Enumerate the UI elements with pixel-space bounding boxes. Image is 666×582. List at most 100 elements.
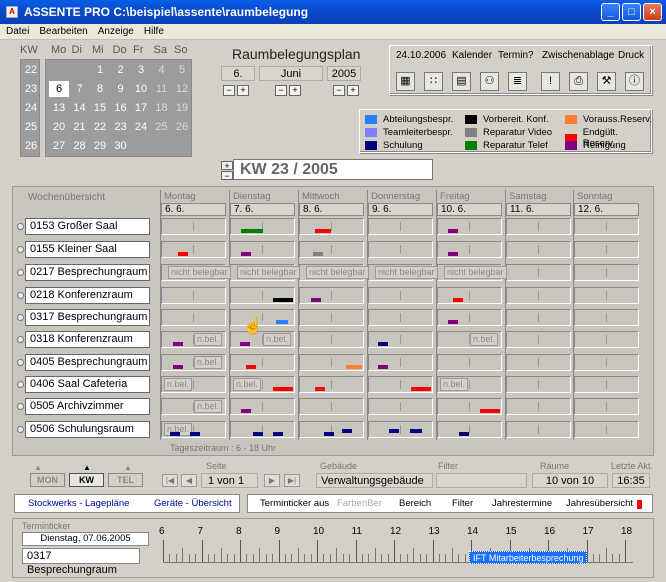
table-icon[interactable]: ▤: [452, 72, 471, 91]
calendar-day[interactable]: 19: [172, 100, 192, 116]
room-label[interactable]: 0406 Saal Cafeteria: [25, 376, 150, 393]
calendar-day[interactable]: 9: [111, 81, 131, 97]
ticker-event[interactable]: IFT Mitarbeiterbesprechung: [469, 551, 588, 564]
calendar-day[interactable]: 10: [131, 81, 151, 97]
calendar-day[interactable]: 7: [70, 81, 90, 97]
booking-bar[interactable]: [253, 432, 263, 436]
building-field[interactable]: Verwaltungsgebäude: [316, 473, 433, 488]
next-page-button[interactable]: ▶: [264, 474, 280, 487]
week-increment[interactable]: +: [221, 161, 233, 171]
booking-bar[interactable]: [311, 298, 321, 302]
calendar-day[interactable]: 2: [111, 62, 131, 78]
booking-bar[interactable]: [273, 432, 283, 436]
month-field[interactable]: Juni: [259, 66, 323, 81]
booking-bar[interactable]: [173, 342, 183, 346]
tel-button[interactable]: TEL: [108, 473, 143, 487]
clipboard-link[interactable]: Zwischenablage: [542, 50, 614, 61]
calendar-day[interactable]: 1: [90, 62, 110, 78]
booking-bar[interactable]: [378, 342, 388, 346]
room-radio[interactable]: [17, 336, 24, 343]
room-radio[interactable]: [17, 223, 24, 230]
booking-bar[interactable]: [313, 252, 323, 256]
booking-bar[interactable]: [273, 387, 293, 391]
booking-bar[interactable]: [241, 409, 251, 413]
booking-bar[interactable]: [453, 298, 463, 302]
area-button[interactable]: Bereich: [399, 498, 431, 509]
calendar-day[interactable]: [172, 138, 192, 154]
menu-2[interactable]: Anzeige: [98, 26, 134, 37]
booking-bar[interactable]: [315, 387, 325, 391]
calendar-day[interactable]: 15: [90, 100, 110, 116]
annual-overview-button[interactable]: Jahresübersicht: [566, 498, 633, 509]
menu-1[interactable]: Bearbeiten: [39, 26, 87, 37]
calendar-day[interactable]: 11: [152, 81, 172, 97]
floor-plans-link[interactable]: Stockwerks - Lagepläne: [28, 498, 129, 509]
year-decrement[interactable]: −: [333, 85, 345, 96]
calendar-day[interactable]: 3: [131, 62, 151, 78]
calendar-day[interactable]: 27: [49, 138, 69, 154]
filter-field[interactable]: [436, 473, 527, 488]
kw-button[interactable]: KW: [69, 473, 104, 487]
room-label[interactable]: 0155 Kleiner Saal: [25, 241, 150, 258]
close-button[interactable]: ×: [643, 3, 662, 21]
day-date[interactable]: 10. 6.: [437, 203, 502, 216]
list-icon[interactable]: ≣: [508, 72, 527, 91]
room-label[interactable]: 0217 Besprechungraum: [25, 264, 150, 281]
calendar-day[interactable]: 5: [172, 62, 192, 78]
print-link[interactable]: Druck: [618, 50, 644, 61]
kw-cell[interactable]: 26: [21, 138, 41, 154]
minimize-button[interactable]: _: [601, 3, 620, 21]
room-radio[interactable]: [17, 246, 24, 253]
room-label[interactable]: 0317 Besprechungraum: [25, 309, 150, 326]
room-label[interactable]: 0506 Schulungsraum: [25, 421, 150, 438]
day-date[interactable]: 11. 6.: [506, 203, 571, 216]
day-date[interactable]: 7. 6.: [230, 203, 295, 216]
annual-events-button[interactable]: Jahrestermine: [492, 498, 552, 509]
booking-bar[interactable]: [410, 429, 422, 433]
menu-3[interactable]: Hilfe: [144, 26, 164, 37]
dots-icon[interactable]: ∷: [424, 72, 443, 91]
booking-bar[interactable]: [246, 365, 256, 369]
booking-bar[interactable]: [241, 252, 251, 256]
calendar-day[interactable]: 28: [70, 138, 90, 154]
kw-cell[interactable]: 25: [21, 119, 41, 135]
day-date[interactable]: 9. 6.: [368, 203, 433, 216]
booking-bar[interactable]: [389, 429, 399, 433]
calendar-day[interactable]: 23: [111, 119, 131, 135]
calendar-day[interactable]: [49, 62, 69, 78]
booking-bar[interactable]: [315, 229, 331, 233]
year-field[interactable]: 2005: [327, 66, 361, 81]
binoculars-icon[interactable]: ⚇: [480, 72, 499, 91]
day-decrement[interactable]: −: [223, 85, 235, 96]
room-radio[interactable]: [17, 426, 24, 433]
room-radio[interactable]: [17, 359, 24, 366]
booking-bar[interactable]: [276, 320, 288, 324]
grid-icon[interactable]: ▦: [396, 72, 415, 91]
booking-bar[interactable]: [346, 365, 362, 369]
booking-bar[interactable]: [448, 229, 458, 233]
calendar-day[interactable]: 24: [131, 119, 151, 135]
booking-bar[interactable]: [342, 429, 352, 433]
booking-bar[interactable]: [324, 432, 334, 436]
week-decrement[interactable]: −: [221, 171, 233, 181]
filter-button[interactable]: Filter: [452, 498, 473, 509]
month-increment[interactable]: +: [289, 85, 301, 96]
room-label[interactable]: 0405 Besprechungraum: [25, 354, 150, 371]
year-increment[interactable]: +: [347, 85, 359, 96]
booking-bar[interactable]: [173, 365, 183, 369]
calendar-day[interactable]: 20: [49, 119, 69, 135]
booking-bar[interactable]: [178, 252, 188, 256]
day-increment[interactable]: +: [237, 85, 249, 96]
room-label[interactable]: 0218 Konferenzraum: [25, 287, 150, 304]
calendar-day[interactable]: 26: [172, 119, 192, 135]
booking-bar[interactable]: [241, 229, 263, 233]
booking-bar[interactable]: [273, 298, 293, 302]
calendar-day[interactable]: 16: [111, 100, 131, 116]
calendar-day[interactable]: 25: [152, 119, 172, 135]
calendar-day[interactable]: 13: [49, 100, 69, 116]
room-radio[interactable]: [17, 381, 24, 388]
calendar-day[interactable]: [70, 62, 90, 78]
booking-bar[interactable]: [378, 365, 388, 369]
booking-bar[interactable]: [240, 342, 250, 346]
ticker-off-button[interactable]: Terminticker aus: [260, 498, 329, 509]
